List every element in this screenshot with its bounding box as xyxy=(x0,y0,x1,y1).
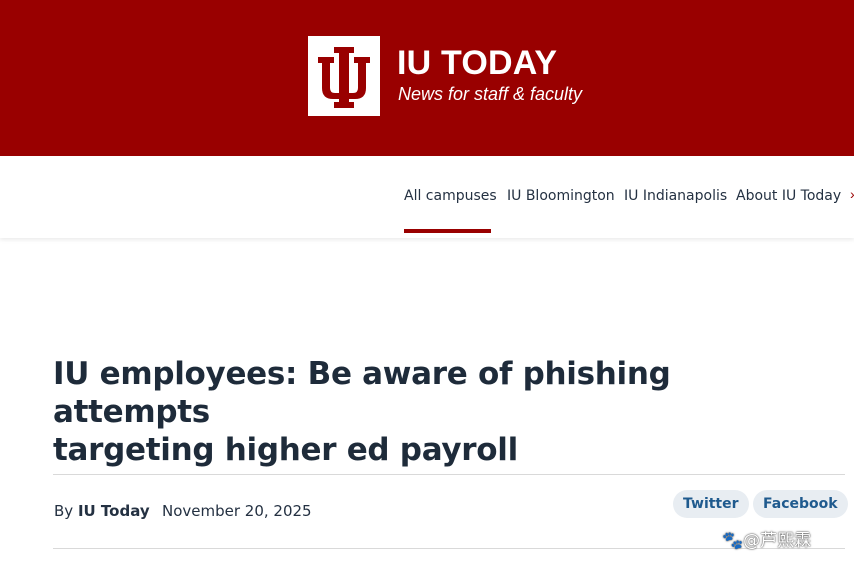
meta-divider-top xyxy=(53,474,845,475)
iu-trident-logo[interactable] xyxy=(308,36,380,116)
paw-icon: 🐾 xyxy=(722,531,744,551)
campus-nav: All campuses IU Bloomington IU Indianapo… xyxy=(0,156,854,238)
nav-item-iu-bloomington[interactable]: IU Bloomington xyxy=(507,188,615,204)
site-masthead: IU TODAY News for staff & faculty xyxy=(0,0,854,156)
facebook-share-button[interactable]: Facebook xyxy=(753,490,848,518)
watermark-text: @芦熙霖 xyxy=(743,531,812,551)
headline-line-2: targeting higher ed payroll xyxy=(53,432,518,468)
byline: By IU Today xyxy=(54,502,150,520)
publish-date: November 20, 2025 xyxy=(162,502,312,520)
site-title[interactable]: IU TODAY xyxy=(397,44,557,83)
nav-item-iu-indianapolis[interactable]: IU Indianapolis xyxy=(624,188,727,204)
watermark: 🐾@芦熙霖 xyxy=(722,526,811,551)
twitter-share-button[interactable]: Twitter xyxy=(673,490,749,518)
nav-item-about-iu-today[interactable]: About IU Today xyxy=(736,188,841,204)
author-link[interactable]: IU Today xyxy=(78,502,150,520)
byline-prefix: By xyxy=(54,502,74,520)
nav-active-indicator xyxy=(404,229,491,233)
trident-icon xyxy=(318,47,370,108)
article-headline: IU employees: Be aware of phishing attem… xyxy=(53,355,813,469)
nav-overflow-icon[interactable]: › xyxy=(850,186,854,202)
nav-item-all-campuses[interactable]: All campuses xyxy=(404,188,497,204)
headline-line-1: IU employees: Be aware of phishing attem… xyxy=(53,356,671,430)
site-subtitle: News for staff & faculty xyxy=(398,84,583,104)
